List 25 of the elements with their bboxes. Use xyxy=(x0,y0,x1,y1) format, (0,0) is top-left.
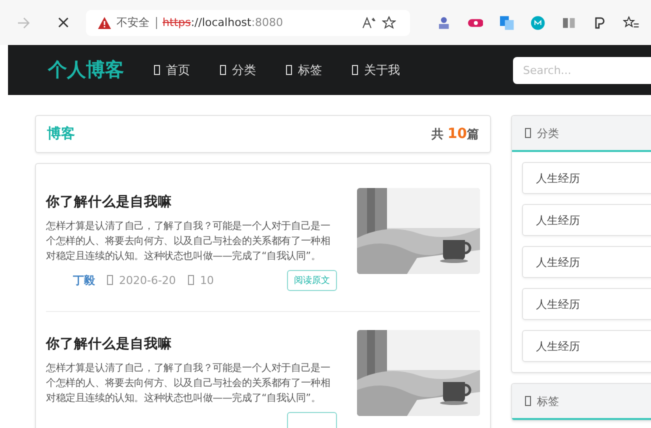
category-item[interactable]: 人生经历 xyxy=(522,162,651,194)
nav-link[interactable]: 分类 xyxy=(220,62,256,78)
search-field[interactable]: Search... xyxy=(513,56,651,84)
section-title: 博客 xyxy=(47,125,75,143)
category-item[interactable]: 人生经历 xyxy=(522,330,651,362)
site-logo[interactable]: 个人博客 xyxy=(48,57,124,83)
post-summary: 怎样才算是认清了自己，了解了自我？可能是一个人对于自己是一个怎样的人、将要去向何方、以及自己与社会的关系都有了一种相对稳定且连续的认知。这种状态也叫做——完成了“自我认同”。 xyxy=(46,362,332,406)
nav-link[interactable]: 标签 xyxy=(286,62,322,78)
nav-link[interactable]: 首页 xyxy=(154,62,190,78)
nav-link[interactable]: 关于我 xyxy=(352,62,400,78)
view-count: 10 xyxy=(188,274,214,286)
post-count: 共 10篇 xyxy=(431,126,479,142)
post-title[interactable]: 你了解什么是自我嘛 xyxy=(46,193,337,211)
address-bar[interactable]: 不安全 https://localhost:8080 xyxy=(86,10,410,36)
card-title: 标签 xyxy=(537,394,559,408)
post-summary: 怎样才算是认清了自己，了解了自我？可能是一个人对于自己是一个怎样的人、将要去向何方、以及自己与社会的关系都有了一种相对稳定且连续的认知。这种状态也叫做——完成了“自我认同”。 xyxy=(46,220,332,264)
security-label: 不安全 xyxy=(116,15,150,30)
url-text: https://localhost:8080 xyxy=(162,16,284,29)
category-item[interactable]: 人生经历 xyxy=(522,246,651,278)
author-link[interactable]: 丁毅 xyxy=(73,272,95,288)
category-item[interactable]: 人生经历 xyxy=(522,204,651,236)
post-date: 2020-6-20 xyxy=(107,274,176,286)
card-title: 分类 xyxy=(537,126,559,140)
post-title[interactable]: 你了解什么是自我嘛 xyxy=(46,335,337,353)
category-item[interactable]: 人生经历 xyxy=(522,288,651,320)
